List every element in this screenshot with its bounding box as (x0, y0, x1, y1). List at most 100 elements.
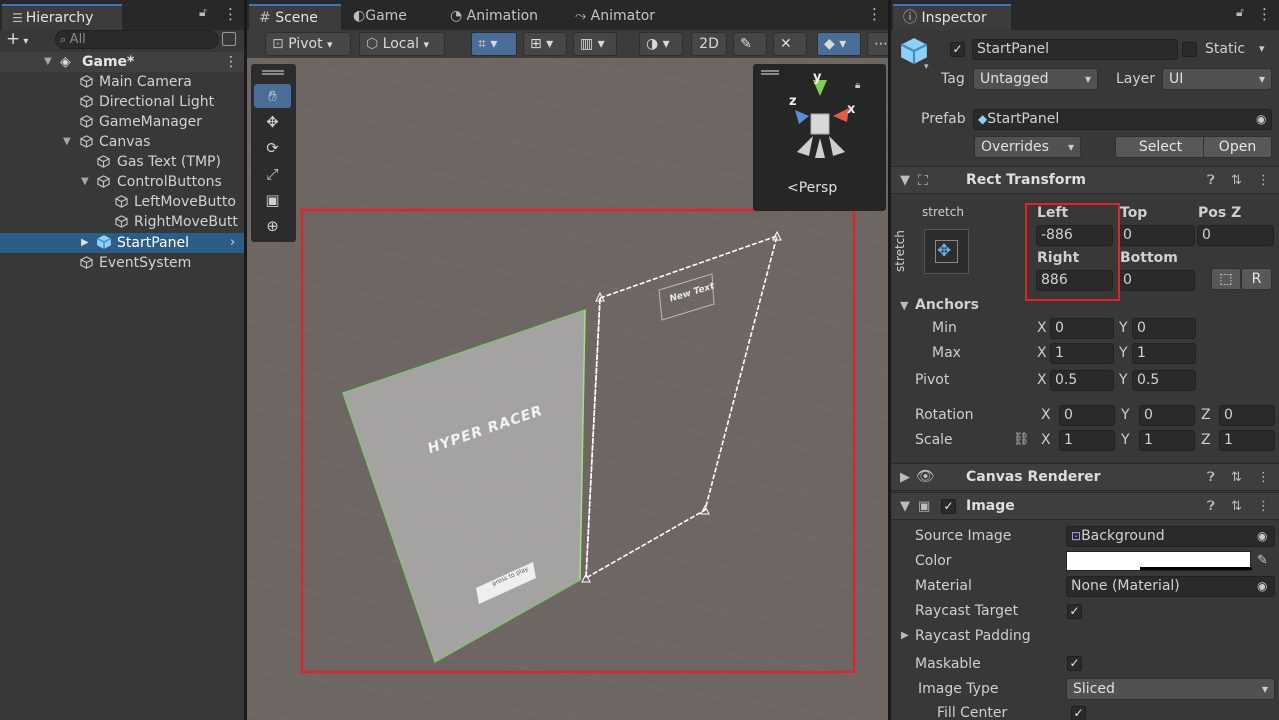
eyedropper-icon[interactable]: ✎ (1257, 553, 1268, 568)
constrain-proportions-icon[interactable]: ⛓︎ (1013, 432, 1030, 447)
lock-icon[interactable]: 🔓︎ (1236, 5, 1244, 20)
tab-animator[interactable]: ⤳ Animator (565, 4, 665, 30)
pivot-dropdown[interactable]: ⊡ Pivot ▾ (265, 32, 351, 56)
scale-y-field[interactable]: 1 (1139, 430, 1195, 451)
pivot-y-field[interactable]: 0.5 (1132, 370, 1196, 391)
anchor-min-y-field[interactable]: 0 (1132, 318, 1196, 339)
bottom-field[interactable]: 0 (1118, 270, 1195, 291)
hierarchy-menu-icon[interactable]: ⋮ (223, 6, 238, 22)
presets-icon[interactable]: ⇅ (1231, 499, 1242, 514)
object-picker-icon[interactable]: ◉ (1257, 529, 1267, 543)
tree-row-leftmovebutton[interactable]: LeftMoveButto (0, 192, 244, 212)
transform-tool-button[interactable]: ⊕ (254, 214, 291, 238)
space-dropdown[interactable]: ⬡ Local ▾ (359, 32, 445, 56)
tag-dropdown[interactable]: Untagged (973, 68, 1098, 90)
expand-icon[interactable] (222, 32, 236, 46)
object-picker-icon[interactable]: ◉ (1256, 112, 1266, 126)
tab-inspector[interactable]: ⓘ Inspector (893, 4, 1011, 30)
ruler-button[interactable]: ▥ ▾ (573, 32, 617, 56)
scale-x-field[interactable]: 1 (1059, 430, 1115, 451)
persp-toggle[interactable]: <Persp (787, 180, 837, 196)
scale-tool-button[interactable]: ⤢ (254, 162, 291, 186)
posz-field[interactable]: 0 (1197, 225, 1274, 246)
presets-icon[interactable]: ⇅ (1231, 173, 1242, 188)
foldout-arrow-icon[interactable]: ▼ (900, 173, 910, 188)
active-checkbox[interactable]: ✓ (950, 42, 965, 57)
help-icon[interactable]: ❓︎ (1207, 173, 1215, 188)
color-swatch[interactable] (1066, 551, 1252, 571)
anchor-min-x-field[interactable]: 0 (1050, 318, 1114, 339)
raycast-target-checkbox[interactable]: ✓ (1067, 604, 1082, 619)
maskable-checkbox[interactable]: ✓ (1067, 656, 1082, 671)
lock-icon[interactable]: 🔓︎ (199, 5, 207, 20)
expand-arrow-icon[interactable]: ▶ (81, 233, 89, 253)
image-enabled-checkbox[interactable]: ✓ (941, 499, 956, 514)
expand-arrow-icon[interactable]: ▼ (44, 52, 52, 72)
increment-snap-button[interactable]: ⊞ ▾ (523, 32, 567, 56)
scene-menu-icon[interactable]: ⋮ (224, 52, 238, 72)
rotation-x-field[interactable]: 0 (1059, 405, 1115, 426)
orientation-gizmo[interactable]: 🔒︎ y x z <Persp (753, 64, 886, 211)
component-menu-icon[interactable]: ⋮ (1257, 499, 1270, 514)
help-icon[interactable]: ❓︎ (1207, 499, 1215, 514)
anchor-max-y-field[interactable]: 1 (1132, 343, 1196, 364)
anchor-preset-button[interactable]: ✥ (924, 229, 969, 274)
layer-dropdown[interactable]: UI (1162, 68, 1272, 90)
tree-row-controlbuttons[interactable]: ▼ ControlButtons (0, 172, 244, 192)
static-checkbox[interactable] (1182, 42, 1197, 57)
rect-transform-header[interactable]: ▼ ⛶ Rect Transform ❓︎ ⇅ ⋮ (891, 166, 1279, 194)
anchor-max-x-field[interactable]: 1 (1050, 343, 1114, 364)
tree-row-startpanel[interactable]: ▶ StartPanel › (0, 233, 244, 253)
chevron-right-icon[interactable]: › (230, 233, 235, 253)
rotation-z-field[interactable]: 0 (1219, 405, 1275, 426)
expand-arrow-icon[interactable]: ▼ (81, 172, 89, 192)
tree-row-scene[interactable]: ▼ ◈ Game* ⋮ (0, 52, 244, 72)
foldout-arrow-icon[interactable]: ▶ (900, 470, 910, 485)
blueprint-mode-button[interactable]: ⬚ (1211, 268, 1241, 290)
tree-row-rightmovebutton[interactable]: RightMoveButt (0, 212, 244, 232)
component-menu-icon[interactable]: ⋮ (1257, 470, 1270, 485)
gizmos-button[interactable]: ⋯ (867, 32, 888, 56)
lighting-button[interactable]: ✎ (733, 32, 767, 56)
rotation-y-field[interactable]: 0 (1139, 405, 1195, 426)
rotate-tool-button[interactable]: ⟳ (254, 136, 291, 160)
search-input[interactable]: ⌕ All (55, 30, 219, 49)
image-header[interactable]: ▼ ▣ ✓ Image ❓︎ ⇅ ⋮ (891, 492, 1279, 520)
scale-z-field[interactable]: 1 (1219, 430, 1275, 451)
tree-row-gas-text[interactable]: Gas Text (TMP) (0, 152, 244, 172)
top-field[interactable]: 0 (1118, 225, 1195, 246)
hand-tool-button[interactable]: ✋︎ (254, 84, 291, 108)
drag-handle[interactable] (262, 70, 284, 75)
pivot-x-field[interactable]: 0.5 (1050, 370, 1114, 391)
inspector-menu-icon[interactable]: ⋮ (1257, 6, 1272, 22)
presets-icon[interactable]: ⇅ (1231, 470, 1242, 485)
image-type-dropdown[interactable]: Sliced (1066, 678, 1275, 700)
audio-button[interactable]: ✕ (773, 32, 807, 56)
open-button[interactable]: Open (1203, 136, 1272, 158)
tab-scene[interactable]: # Scene (249, 4, 341, 30)
overrides-dropdown[interactable]: Overrides (974, 136, 1081, 158)
tree-row-gamemanager[interactable]: GameManager (0, 112, 244, 132)
grid-snap-button[interactable]: ⌗ ▾ (471, 32, 517, 56)
fill-center-checkbox[interactable]: ✓ (1071, 706, 1086, 720)
foldout-arrow-icon[interactable]: ▶ (901, 630, 909, 641)
tree-row-main-camera[interactable]: Main Camera (0, 72, 244, 92)
material-field[interactable]: None (Material) (1066, 576, 1275, 597)
canvas-renderer-header[interactable]: ▶ 👁︎ Canvas Renderer ❓︎ ⇅ ⋮ (891, 463, 1279, 491)
add-button[interactable]: + ▾ (6, 31, 42, 49)
prefab-field[interactable]: ◆StartPanel (973, 109, 1272, 130)
scene-menu-icon[interactable]: ⋮ (867, 6, 882, 22)
object-name-field[interactable]: StartPanel (972, 39, 1178, 60)
move-tool-button[interactable]: ✥ (254, 110, 291, 134)
tree-row-eventsystem[interactable]: EventSystem (0, 253, 244, 273)
tab-game[interactable]: ◐Game (343, 4, 417, 30)
help-icon[interactable]: ❓︎ (1207, 470, 1215, 485)
shading-button[interactable]: ◑ ▾ (639, 32, 683, 56)
component-menu-icon[interactable]: ⋮ (1257, 173, 1270, 188)
source-image-field[interactable]: ⊡Background (1066, 526, 1275, 547)
effects-button[interactable]: ◆ ▾ (817, 32, 861, 56)
toggle-2d-button[interactable]: 2D (691, 32, 727, 56)
tab-hierarchy[interactable]: ☰ Hierarchy (2, 4, 122, 30)
tree-row-canvas[interactable]: ▼ Canvas (0, 132, 244, 152)
foldout-arrow-icon[interactable]: ▼ (900, 299, 908, 312)
